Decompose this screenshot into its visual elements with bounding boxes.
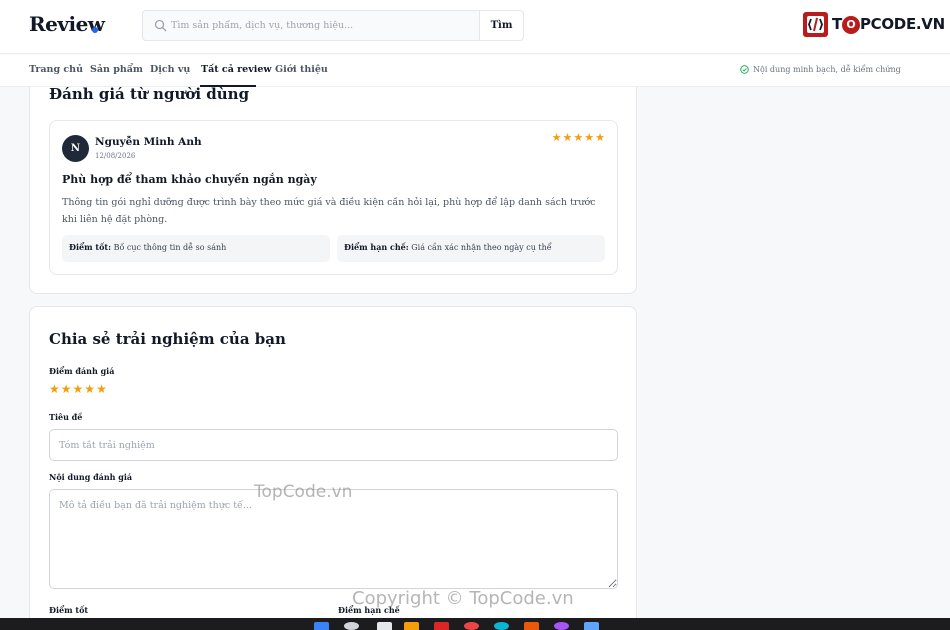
search-input[interactable] <box>171 11 479 40</box>
review-pros: Điểm tốt: Bố cục thông tin dễ so sánh <box>62 235 330 262</box>
avatar: N <box>62 135 89 162</box>
review-date: 12/08/2026 <box>95 152 136 160</box>
folder-icon[interactable] <box>404 622 419 630</box>
check-circle-icon <box>740 65 749 74</box>
search-bar: Tìm <box>142 10 524 41</box>
review-rating: ★ ★ ★ ★ ★ <box>552 131 605 144</box>
form-title: Chia sẻ trải nghiệm của bạn <box>49 330 286 348</box>
pros-label: Điểm tốt: <box>69 242 112 252</box>
app-icon[interactable] <box>554 622 569 630</box>
pros-text: Bố cục thông tin dễ so sánh <box>113 243 227 252</box>
star-icon[interactable]: ★ <box>84 382 95 396</box>
title-label: Tiêu đề <box>49 412 83 422</box>
review-title: Phù hợp để tham khảo chuyến ngắn ngày <box>62 173 317 186</box>
star-icon[interactable]: ★ <box>49 382 60 396</box>
star-icon: ★ <box>562 131 573 144</box>
review-body: Thông tin gói nghỉ dưỡng được trình bày … <box>62 197 596 225</box>
search-icon[interactable] <box>344 622 359 630</box>
rating-input[interactable]: ★ ★ ★ ★ ★ <box>49 382 107 396</box>
search-button[interactable]: Tìm <box>479 11 523 40</box>
star-icon: ★ <box>551 131 562 144</box>
app-icon[interactable] <box>524 622 539 630</box>
browser-icon[interactable] <box>464 622 479 630</box>
cons-text: Giá cần xác nhận theo ngày cụ thể <box>411 243 552 252</box>
star-icon[interactable]: ★ <box>61 382 72 396</box>
cons-label: Điểm hạn chế: <box>344 242 409 252</box>
title-input[interactable] <box>49 429 618 461</box>
nav-item-about[interactable]: Giới thiệu <box>275 64 328 75</box>
star-icon[interactable]: ★ <box>96 382 107 396</box>
review-cons: Điểm hạn chế: Giá cần xác nhận theo ngày… <box>337 235 605 262</box>
logo-dot <box>92 27 98 33</box>
star-icon: ★ <box>595 131 605 144</box>
nav-item-all-reviews[interactable]: Tất cả review <box>201 64 272 75</box>
review-form: Chia sẻ trải nghiệm của bạn Điểm đánh gi… <box>29 306 637 630</box>
star-icon: ★ <box>584 131 595 144</box>
edge-icon[interactable] <box>494 622 509 630</box>
nav-item-home[interactable]: Trang chủ <box>29 64 83 75</box>
reviewer-name: Nguyễn Minh Anh <box>95 136 202 148</box>
cons-field-label: Điểm hạn chế <box>338 605 400 615</box>
app-icon[interactable] <box>434 622 449 630</box>
app-icon[interactable] <box>584 622 599 630</box>
content-label: Nội dung đánh giá <box>49 472 133 482</box>
brand-text: T O PCODE.VN <box>832 15 945 34</box>
nav-item-products[interactable]: Sản phẩm <box>90 64 143 75</box>
nav-item-services[interactable]: Dịch vụ <box>150 64 190 75</box>
topcode-brand[interactable]: T O PCODE.VN <box>802 11 945 38</box>
trust-text: Nội dung minh bạch, dễ kiểm chứng <box>753 65 901 74</box>
star-icon[interactable]: ★ <box>73 382 84 396</box>
reviews-section-title: Đánh giá từ người dùng <box>49 85 250 103</box>
task-view-icon[interactable] <box>377 622 392 630</box>
site-header: Review Tìm TOPCODE.VN <box>0 0 950 54</box>
reviews-section: Đánh giá từ người dùng N Nguyễn Minh Anh… <box>29 60 637 294</box>
star-icon: ★ <box>573 131 584 144</box>
trust-note: Nội dung minh bạch, dễ kiểm chứng <box>740 65 901 74</box>
start-icon[interactable] <box>314 622 329 630</box>
main-nav: Trang chủ Sản phẩm Dịch vụ Tất cả review… <box>0 55 950 87</box>
brand-logo-icon <box>803 12 828 37</box>
rating-label: Điểm đánh giá <box>49 366 115 376</box>
content-textarea[interactable] <box>49 489 618 589</box>
os-taskbar <box>0 618 950 630</box>
search-icon <box>154 19 167 32</box>
pros-field-label: Điểm tốt <box>49 605 89 615</box>
active-tab-indicator <box>200 85 256 87</box>
review-card: N Nguyễn Minh Anh 12/08/2026 ★ ★ ★ ★ ★ P… <box>49 120 618 275</box>
